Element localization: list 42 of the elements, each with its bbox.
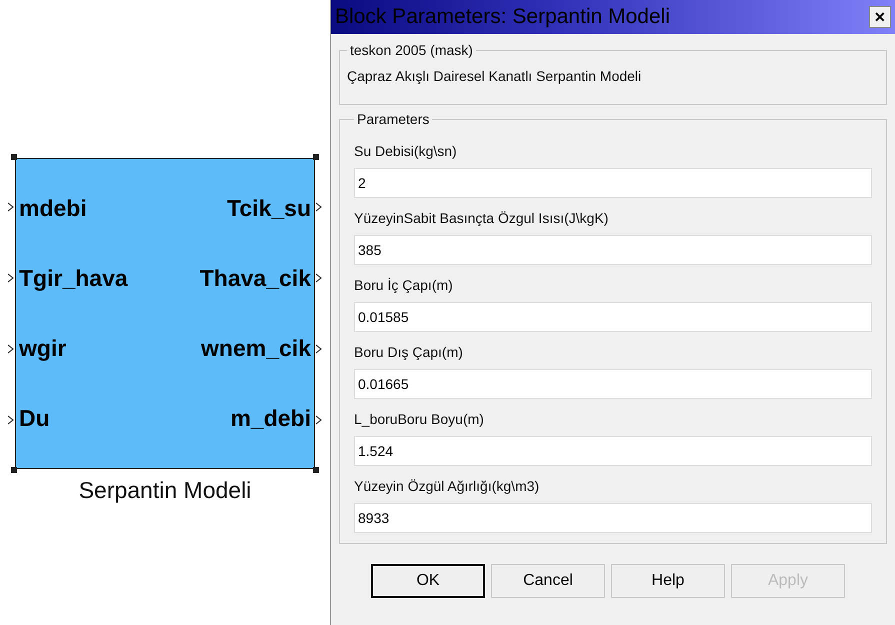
output-port-label: Tcik_su [226,194,312,222]
output-port-icon [316,273,322,284]
block-name: Serpantin Modeli [78,477,252,504]
input-port-label: mdebi [18,194,88,222]
input-field[interactable]: 1.524 [354,436,872,466]
group-legend: Parameters [354,111,432,127]
window-title: Block Parameters: Serpantin Modeli [335,5,671,29]
field-label: Boru İç Çapı(m) [354,277,454,293]
input-port-label: Du [18,405,51,432]
input-port-label: Tgir_hava [18,264,129,292]
dialog-button[interactable]: Cancel [491,564,605,598]
selection-handle[interactable] [313,467,319,473]
subsystem-block[interactable]: mdebi Tcik_su Tgir_hava Thava_cik wgir wnem_cik Du m_debi [15,158,315,469]
input-port-icon [8,273,14,284]
input-field[interactable]: 8933 [354,503,872,533]
input-field[interactable]: 385 [354,235,872,265]
field-label: Su Debisi(kg\sn) [354,143,458,159]
field-label: L_boruBoru Boyu(m) [354,411,485,427]
input-port-label: wgir [18,335,68,362]
input-field[interactable]: 0.01665 [354,369,872,399]
selection-handle[interactable] [11,154,17,160]
field-label: YüzeyinSabit Basınçta Özgul Isısı(J\kgK) [354,210,610,226]
selection-handle[interactable] [11,467,17,473]
output-port-icon [316,344,322,354]
output-port-icon [316,202,322,212]
group-legend: teskon 2005 (mask) [347,42,476,58]
dialog-button[interactable]: OK [371,564,485,598]
output-port-icon [316,414,322,425]
input-port-icon [8,414,14,425]
output-port-label: Thava_cik [198,264,312,292]
close-button[interactable]: ✕ [869,6,891,28]
field-label: Boru Dış Çapı(m) [354,344,464,360]
field-label: Yüzeyin Özgül Ağırlığı(kg\m3) [354,478,540,494]
input-field[interactable]: 2 [354,168,872,198]
output-port-label: wnem_cik [200,335,312,362]
output-port-label: m_debi [229,405,312,432]
input-field[interactable]: 0.01585 [354,302,872,332]
input-port-icon [8,202,14,212]
mask-description: Çapraz Akışlı Dairesel Kanatlı Serpantin Modeli [347,67,642,86]
dialog-button[interactable]: Help [611,564,725,598]
selection-handle[interactable] [313,154,319,160]
input-port-icon [8,344,14,354]
